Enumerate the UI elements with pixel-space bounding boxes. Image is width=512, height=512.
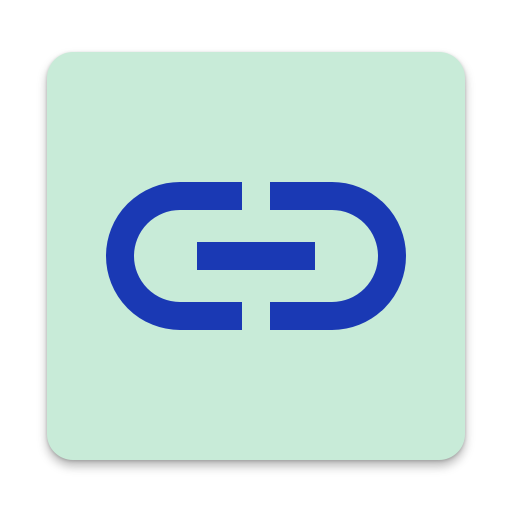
link-bar bbox=[197, 242, 315, 270]
app-icon bbox=[0, 0, 512, 512]
link-icon bbox=[106, 182, 406, 330]
